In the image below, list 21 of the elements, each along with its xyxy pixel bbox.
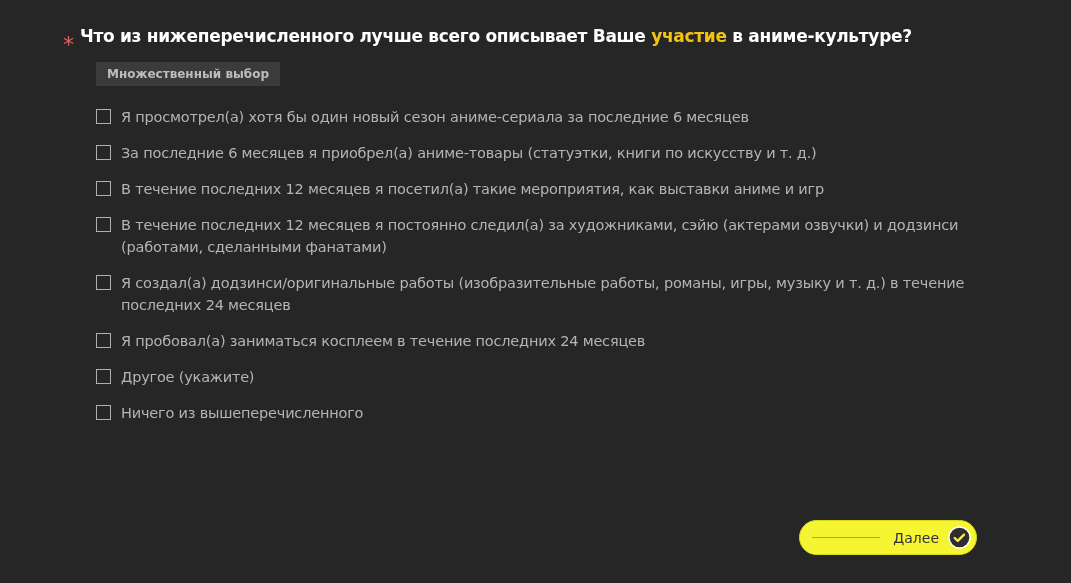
checkbox[interactable]: [96, 333, 111, 348]
option-label: Я просмотрел(а) хотя бы один новый сезон аниме-сериала за последние 6 месяцев: [121, 108, 749, 127]
checkbox[interactable]: [96, 109, 111, 124]
question-type-badge: Множественный выбор: [96, 62, 281, 86]
checkbox[interactable]: [96, 405, 111, 420]
option-label: В течение последних 12 месяцев я посетил(а) такие мероприятия, как выставки аниме и игр: [121, 180, 824, 199]
option-label: Другое (укажите): [121, 368, 255, 387]
checkbox[interactable]: [96, 275, 111, 290]
checkbox[interactable]: [96, 181, 111, 196]
option-label: В течение последних 12 месяцев я постоянно следил(а) за художниками, сэйю (актерами озвучки) и додзинси (работами, сделанными фанатами): [121, 216, 960, 257]
checkbox[interactable]: [96, 369, 111, 384]
check-icon: [948, 526, 971, 549]
option-label: Я создал(а) додзинси/оригинальные работы (изобразительные работы, романы, игры, музыку и т. д.) в течение последних 24 месяцев: [121, 274, 966, 315]
checkbox[interactable]: [96, 217, 111, 232]
option-label: За последние 6 месяцев я приобрел(а) аниме-товары (статуэтки, книги по искусству и т. д.): [121, 144, 817, 163]
checkbox[interactable]: [96, 145, 111, 160]
required-mark: *: [63, 34, 74, 56]
question-title: Что из нижеперечисленного лучше всего описывает Ваше участие в аниме-культуре?: [80, 25, 912, 48]
option-label: Ничего из вышеперечисленного: [121, 404, 364, 423]
option-label: Я пробовал(а) заниматься косплеем в течение последних 24 месяцев: [121, 332, 646, 351]
next-button[interactable]: Далее: [799, 520, 977, 555]
